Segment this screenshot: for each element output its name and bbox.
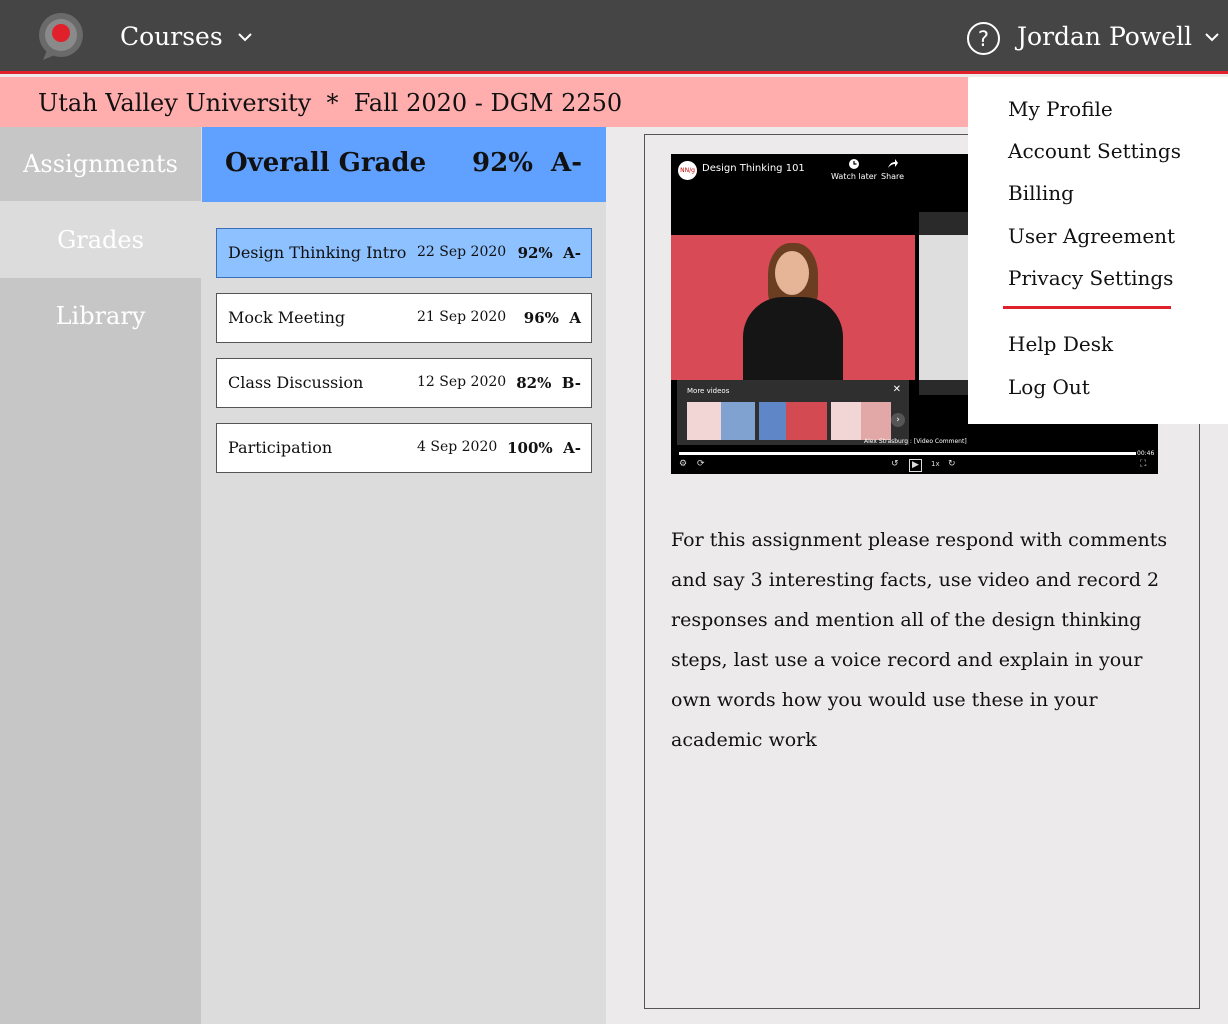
play-icon[interactable]: ▶	[909, 459, 922, 472]
speed-control[interactable]: 1x	[931, 460, 940, 468]
menu-item-help-desk[interactable]: Help Desk	[1008, 332, 1113, 356]
video-title: Design Thinking 101	[702, 163, 805, 174]
chevron-down-icon	[1205, 32, 1219, 41]
video-time: 00:46	[1137, 450, 1155, 457]
grades-panel: Overall Grade 92% A- Design Thinking Int…	[201, 127, 606, 1024]
grade-title: Mock Meeting	[228, 308, 346, 327]
grade-card[interactable]: Design Thinking Intro 22 Sep 2020 92% A-	[216, 228, 592, 278]
assignment-instructions: For this assignment please respond with …	[671, 529, 1168, 751]
courses-label: Courses	[120, 22, 223, 51]
close-icon[interactable]: ✕	[893, 384, 901, 395]
grade-title: Design Thinking Intro	[228, 243, 407, 262]
grade-score: 100% A-	[507, 439, 581, 457]
courses-menu-button[interactable]: Courses	[120, 22, 253, 51]
overall-grade-value: 92% A-	[472, 148, 582, 178]
share-button[interactable]: Share	[881, 158, 904, 181]
menu-divider	[1003, 306, 1171, 309]
fullscreen-icon[interactable]: ⛶	[1140, 459, 1146, 469]
grade-date: 12 Sep 2020	[417, 374, 507, 390]
sidebar-item-grades[interactable]: Grades	[0, 201, 201, 278]
forward-icon[interactable]: ↻	[948, 459, 956, 469]
grade-date: 21 Sep 2020	[417, 309, 507, 325]
loop-icon[interactable]: ⟳	[697, 459, 705, 469]
share-icon	[887, 159, 898, 168]
grade-title: Class Discussion	[228, 373, 364, 392]
channel-badge: NN/g	[678, 161, 697, 180]
watch-later-button[interactable]: Watch later	[831, 158, 877, 181]
presenter-image	[743, 297, 843, 387]
sidebar-item-assignments[interactable]: Assignments	[0, 127, 201, 201]
top-navigation-bar: Courses ? Jordan Powell	[0, 0, 1228, 74]
grade-card[interactable]: Participation 4 Sep 2020 100% A-	[216, 423, 592, 473]
overall-grade-banner: Overall Grade 92% A-	[202, 127, 606, 202]
chevron-right-icon[interactable]: ›	[891, 413, 905, 427]
grade-date: 22 Sep 2020	[417, 244, 507, 260]
user-menu-button[interactable]: Jordan Powell	[1017, 22, 1220, 51]
grade-score: 82% B-	[516, 374, 581, 392]
menu-item-billing[interactable]: Billing	[1008, 181, 1074, 205]
chevron-down-icon	[237, 32, 252, 41]
video-frame	[671, 235, 915, 387]
grade-date: 4 Sep 2020	[417, 439, 498, 455]
more-videos-panel: More videos ✕ ›	[677, 380, 909, 445]
user-dropdown-menu: My Profile Account Settings Billing User…	[968, 77, 1228, 424]
menu-item-my-profile[interactable]: My Profile	[1008, 97, 1113, 121]
rewind-icon[interactable]: ↺	[891, 459, 899, 469]
video-controls: ⚙ ⟳ ↺ ▶ 1x ↻ ⛶	[679, 459, 1154, 472]
video-thumbnail[interactable]	[831, 402, 891, 440]
app-logo-icon[interactable]	[37, 12, 85, 62]
more-videos-label: More videos	[687, 387, 730, 395]
sidebar-item-library[interactable]: Library	[0, 278, 201, 354]
menu-item-user-agreement[interactable]: User Agreement	[1008, 224, 1175, 248]
course-title: Utah Valley University * Fall 2020 - DGM…	[38, 89, 623, 117]
overall-grade-label: Overall Grade	[225, 148, 427, 178]
user-name: Jordan Powell	[1017, 22, 1193, 51]
grade-card[interactable]: Mock Meeting 21 Sep 2020 96% A	[216, 293, 592, 343]
video-author: Alex Strasburg : [Video Comment]	[864, 438, 967, 445]
clock-icon	[848, 159, 859, 169]
menu-item-account-settings[interactable]: Account Settings	[1008, 139, 1181, 163]
video-thumbnail[interactable]	[687, 402, 755, 440]
video-progress-bar[interactable]	[679, 452, 1136, 455]
grade-title: Participation	[228, 438, 333, 457]
settings-icon[interactable]: ⚙	[679, 459, 687, 469]
video-thumbnail[interactable]	[759, 402, 827, 440]
watch-later-label: Watch later	[831, 172, 877, 181]
help-icon[interactable]: ?	[967, 22, 1000, 55]
sidebar: Assignments Grades Library	[0, 127, 201, 1024]
grade-score: 96% A	[523, 309, 581, 327]
presenter-image	[775, 251, 809, 295]
menu-item-log-out[interactable]: Log Out	[1008, 375, 1090, 399]
share-label: Share	[881, 172, 905, 181]
grade-score: 92% A-	[517, 244, 581, 262]
menu-item-privacy-settings[interactable]: Privacy Settings	[1008, 266, 1173, 290]
grade-card[interactable]: Class Discussion 12 Sep 2020 82% B-	[216, 358, 592, 408]
